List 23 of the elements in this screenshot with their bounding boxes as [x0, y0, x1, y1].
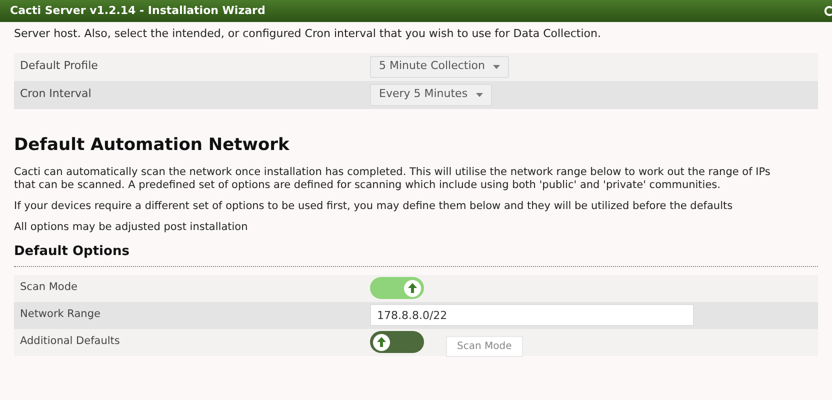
paragraph: If your devices require a different set of options to be used first, you may define them below and they will be utilized before the defaults — [14, 200, 734, 213]
toggle-switch[interactable] — [370, 277, 424, 299]
arrow-icon — [408, 283, 417, 293]
caret-icon — [476, 92, 483, 96]
section-heading: Default Automation Network — [14, 134, 290, 156]
input-field[interactable]: 178.8.8.0/22 — [370, 304, 694, 326]
arrow-icon — [377, 337, 386, 347]
window-title: Cacti Server v1.2.14 - Installation Wizard — [10, 2, 266, 19]
field-label: Scan Mode — [19, 280, 78, 296]
toggle-switch[interactable] — [370, 331, 424, 353]
field-label: Network Range — [19, 307, 102, 322]
caret-icon — [492, 64, 500, 68]
paragraph: All options may be adjusted post installation — [14, 221, 249, 234]
subsection-heading: Default Options — [14, 242, 818, 266]
intro-text: Server host. Also, select the intended, or configured Cron interval that you wish to use for Data Collection. — [14, 26, 602, 42]
paragraph: Cacti can automatically scan the network once installation has completed. This will utilise the network range below to work out the range of IPs that can be scanned. A predefined set of options are defined for scanning which include using both 'public' and 'private' communities. — [14, 166, 772, 192]
refresh-icon[interactable] — [823, 5, 832, 17]
dropdown[interactable]: 5 Minute Collection — [370, 56, 509, 78]
field-label: Default Profile — [19, 58, 99, 74]
dropdown[interactable]: Every 5 Minutes — [370, 84, 492, 106]
tooltip: Scan Mode — [446, 336, 523, 356]
field-label: Additional Defaults — [19, 334, 121, 350]
field-label: Cron Interval — [19, 86, 92, 102]
